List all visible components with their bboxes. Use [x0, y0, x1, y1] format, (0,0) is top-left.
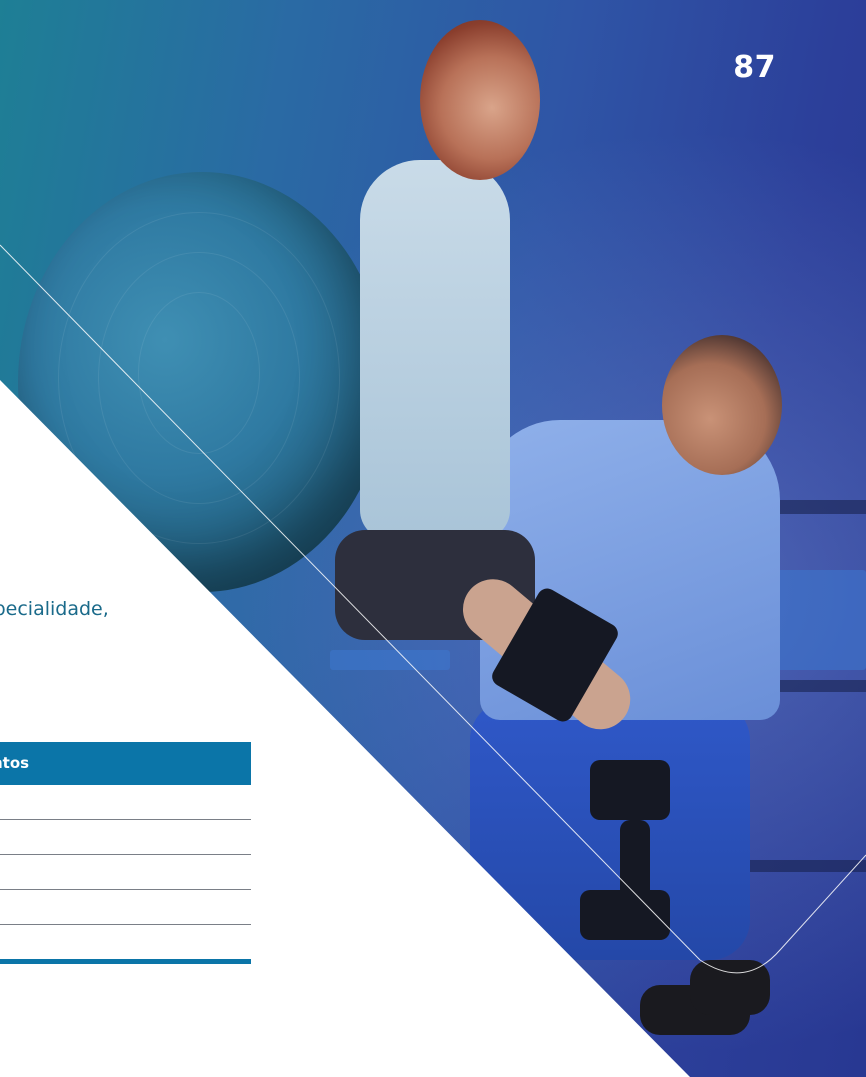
table-row	[0, 820, 251, 855]
table-row	[0, 925, 251, 959]
table-header: ntos	[0, 742, 251, 785]
table-row	[0, 890, 251, 925]
table-header-label: ntos	[0, 754, 30, 772]
table-bottom-rule	[0, 959, 251, 964]
body-text-fragment: especialidade,	[0, 598, 109, 620]
table-row	[0, 855, 251, 890]
page-number: 87	[733, 50, 776, 85]
table-row	[0, 785, 251, 820]
document-page: 87 especialidade, ntos	[0, 0, 866, 1077]
table: ntos	[0, 742, 251, 964]
body-text: especialidade,	[0, 598, 109, 620]
